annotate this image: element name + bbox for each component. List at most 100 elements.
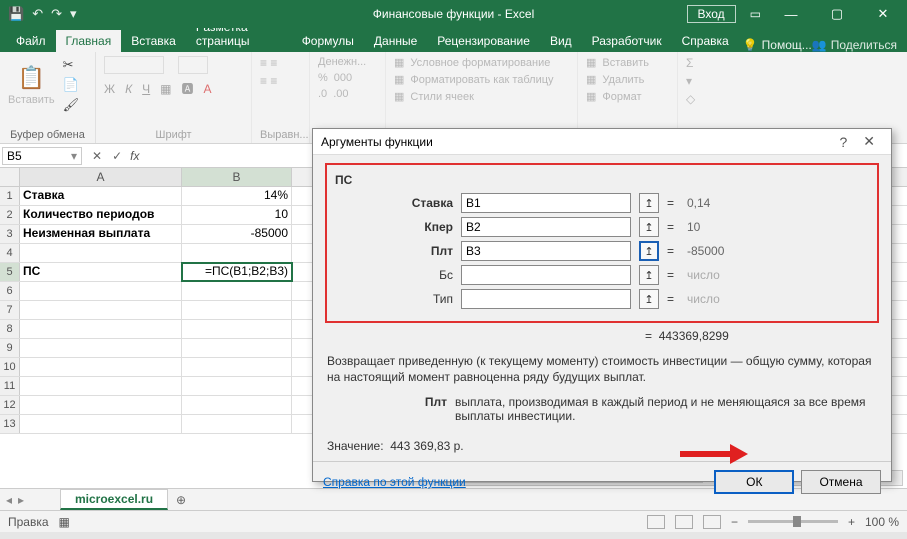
view-normal-icon[interactable]: [647, 515, 665, 529]
cell[interactable]: Неизменная выплата: [20, 225, 182, 243]
macro-record-icon[interactable]: ▦: [59, 515, 70, 529]
currency-icon[interactable]: %: [318, 72, 328, 84]
row-header[interactable]: 7: [0, 301, 20, 319]
namebox-dropdown-icon[interactable]: ▾: [71, 149, 77, 163]
cut-icon[interactable]: ✂: [61, 56, 82, 74]
cell[interactable]: [182, 415, 292, 433]
cell[interactable]: [182, 320, 292, 338]
cancel-button[interactable]: Отмена: [801, 470, 881, 494]
fx-icon[interactable]: fx: [130, 149, 145, 163]
zoom-out-icon[interactable]: −: [731, 515, 738, 529]
zoom-in-icon[interactable]: +: [848, 515, 855, 529]
tab-file[interactable]: Файл: [6, 30, 56, 52]
fill-color-icon[interactable]: 🅰: [182, 80, 194, 97]
row-header[interactable]: 5: [0, 263, 20, 281]
tell-me[interactable]: 💡Помощ...: [743, 38, 812, 52]
cell[interactable]: [20, 358, 182, 376]
share-button[interactable]: 👥Поделиться: [812, 38, 897, 52]
paste-icon[interactable]: 📋: [16, 64, 47, 92]
number-format[interactable]: Денежн...: [318, 56, 377, 68]
save-icon[interactable]: 💾: [8, 6, 24, 22]
cond-format-icon[interactable]: ▦: [394, 56, 404, 69]
sheet-nav-next-icon[interactable]: ▸: [18, 493, 24, 507]
minimize-icon[interactable]: —: [775, 7, 807, 22]
cell[interactable]: [182, 301, 292, 319]
cell[interactable]: [20, 244, 182, 262]
cell[interactable]: [182, 339, 292, 357]
cond-format-label[interactable]: Условное форматирование: [410, 57, 550, 69]
dialog-close-icon[interactable]: ✕: [855, 133, 883, 150]
inc-decimal-icon[interactable]: .0: [318, 88, 327, 100]
zoom-slider[interactable]: [748, 520, 838, 523]
redo-icon[interactable]: ↷: [51, 6, 62, 22]
range-select-icon[interactable]: ↥: [639, 241, 659, 261]
cell[interactable]: 10: [182, 206, 292, 224]
format-cells-icon[interactable]: ▦: [586, 90, 596, 103]
arg-input[interactable]: [461, 289, 631, 309]
row-header[interactable]: 2: [0, 206, 20, 224]
row-header[interactable]: 4: [0, 244, 20, 262]
row-header[interactable]: 8: [0, 320, 20, 338]
row-header[interactable]: 9: [0, 339, 20, 357]
login-button[interactable]: Вход: [687, 5, 736, 23]
clear-icon[interactable]: ◇: [686, 92, 720, 106]
tab-home[interactable]: Главная: [56, 30, 122, 52]
view-layout-icon[interactable]: [675, 515, 693, 529]
tab-view[interactable]: Вид: [540, 30, 582, 52]
tab-formulas[interactable]: Формулы: [292, 30, 364, 52]
dec-decimal-icon[interactable]: .00: [333, 88, 348, 100]
font-size-box[interactable]: [178, 56, 208, 74]
dialog-titlebar[interactable]: Аргументы функции ? ✕: [313, 129, 891, 155]
col-header-a[interactable]: A: [20, 168, 182, 186]
arg-input[interactable]: [461, 241, 631, 261]
range-select-icon[interactable]: ↥: [639, 193, 659, 213]
cell[interactable]: [182, 377, 292, 395]
tab-developer[interactable]: Разработчик: [582, 30, 672, 52]
cell[interactable]: -85000: [182, 225, 292, 243]
close-icon[interactable]: ✕: [867, 6, 899, 22]
cell[interactable]: [182, 282, 292, 300]
autosum-icon[interactable]: Σ: [686, 56, 720, 70]
cell[interactable]: [20, 377, 182, 395]
cell-styles-icon[interactable]: ▦: [394, 90, 404, 103]
sheet-nav-prev-icon[interactable]: ◂: [6, 493, 12, 507]
copy-icon[interactable]: 📄: [61, 76, 82, 94]
cell[interactable]: Ставка: [20, 187, 182, 205]
table-format-icon[interactable]: ▦: [394, 73, 404, 86]
tab-data[interactable]: Данные: [364, 30, 427, 52]
font-color-icon[interactable]: A: [204, 82, 212, 96]
range-select-icon[interactable]: ↥: [639, 217, 659, 237]
cell[interactable]: [20, 339, 182, 357]
cell-styles-label[interactable]: Стили ячеек: [410, 91, 473, 103]
select-all-corner[interactable]: [0, 168, 20, 186]
cell[interactable]: [20, 396, 182, 414]
name-box[interactable]: B5▾: [2, 147, 82, 165]
cell[interactable]: [182, 396, 292, 414]
delete-cells-icon[interactable]: ▦: [586, 73, 596, 86]
cell[interactable]: [20, 301, 182, 319]
row-header[interactable]: 3: [0, 225, 20, 243]
ribbon-options-icon[interactable]: ▭: [750, 7, 761, 21]
row-header[interactable]: 13: [0, 415, 20, 433]
arg-input[interactable]: [461, 265, 631, 285]
cell[interactable]: [20, 282, 182, 300]
border-icon[interactable]: ▦: [160, 82, 171, 96]
view-break-icon[interactable]: [703, 515, 721, 529]
row-header[interactable]: 12: [0, 396, 20, 414]
ok-button[interactable]: ОК: [714, 470, 794, 494]
tab-help[interactable]: Справка: [672, 30, 739, 52]
underline-button[interactable]: Ч: [142, 82, 150, 96]
cell[interactable]: [20, 320, 182, 338]
row-header[interactable]: 6: [0, 282, 20, 300]
zoom-level[interactable]: 100 %: [865, 515, 899, 529]
qat-dropdown-icon[interactable]: ▾: [70, 6, 77, 22]
cell[interactable]: =ПС(B1;B2;B3): [182, 263, 292, 281]
maximize-icon[interactable]: ▢: [821, 6, 853, 22]
cell[interactable]: [20, 415, 182, 433]
help-link[interactable]: Справка по этой функции: [323, 475, 466, 489]
range-select-icon[interactable]: ↥: [639, 265, 659, 285]
row-header[interactable]: 10: [0, 358, 20, 376]
cancel-formula-icon[interactable]: ✕: [92, 149, 102, 163]
bold-button[interactable]: Ж: [104, 82, 115, 96]
row-header[interactable]: 11: [0, 377, 20, 395]
